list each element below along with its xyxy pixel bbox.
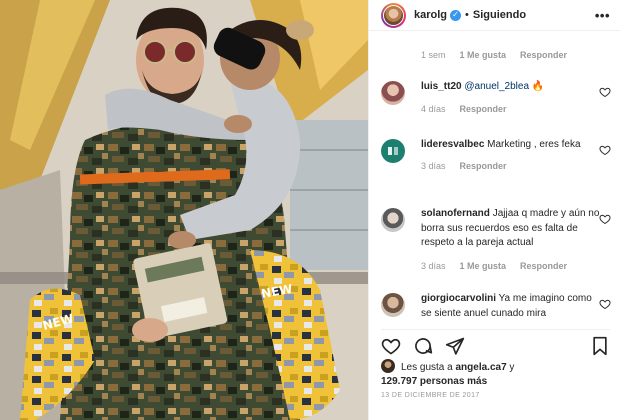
comment-reply-button[interactable]: Responder bbox=[460, 161, 507, 171]
likes-summary: Les gusta a angela.ca7 y 129.797 persona… bbox=[381, 359, 613, 388]
comment-avatar[interactable] bbox=[381, 208, 405, 232]
caption-time[interactable]: 1 sem bbox=[421, 50, 446, 60]
heart-icon[interactable] bbox=[381, 336, 401, 356]
comment-mention[interactable]: @anuel_2blea bbox=[464, 81, 529, 92]
comment-time[interactable]: 3 días bbox=[421, 261, 446, 271]
comment-emoji: 🔥 bbox=[531, 81, 545, 92]
comment-username[interactable]: solanofernand bbox=[421, 208, 490, 219]
comment-username[interactable]: luis_tt20 bbox=[421, 81, 462, 92]
comment-username[interactable]: giorgiocarvolini bbox=[421, 293, 496, 304]
author-avatar[interactable] bbox=[381, 2, 406, 28]
post-actions bbox=[381, 329, 610, 357]
comment-like-heart-icon[interactable] bbox=[599, 298, 611, 310]
bookmark-icon[interactable] bbox=[590, 336, 610, 356]
post-side-panel: karolg ✓ • Siguiendo ••• 1 sem 1 Me gust… bbox=[368, 0, 620, 420]
comment-item: solanofernand Jajjaa q madre y aún no bo… bbox=[381, 207, 611, 271]
post-date[interactable]: 13 DE DICIEMBRE DE 2017 bbox=[381, 392, 480, 399]
caption-likes[interactable]: 1 Me gusta bbox=[460, 50, 507, 60]
comment-avatar[interactable] bbox=[381, 81, 405, 105]
comment-reply-button[interactable]: Responder bbox=[460, 104, 507, 114]
liker-avatar[interactable] bbox=[381, 359, 395, 373]
comment-item: giorgiocarvolini Ya me imagino como se s… bbox=[381, 292, 611, 322]
comment-like-heart-icon[interactable] bbox=[599, 86, 611, 98]
brand-logo-icon bbox=[388, 147, 398, 155]
caption-reply-button[interactable]: Responder bbox=[520, 50, 567, 60]
liker-username[interactable]: angela.ca7 bbox=[455, 362, 506, 373]
likes-prefix: Les gusta a bbox=[401, 362, 456, 373]
header-separator: • bbox=[465, 9, 469, 21]
comment-like-heart-icon[interactable] bbox=[599, 144, 611, 156]
comment-time[interactable]: 3 días bbox=[421, 161, 446, 171]
share-icon[interactable] bbox=[445, 336, 465, 356]
following-button[interactable]: Siguiendo bbox=[473, 9, 526, 21]
more-options-icon[interactable]: ••• bbox=[595, 8, 610, 23]
comment-icon[interactable] bbox=[413, 336, 433, 356]
verified-badge-icon: ✓ bbox=[450, 9, 462, 21]
comment-username[interactable]: lideresvalbec bbox=[421, 139, 484, 150]
comment-item: luis_tt20 @anuel_2blea 🔥 4 días Responde… bbox=[381, 80, 611, 114]
comment-reply-button[interactable]: Responder bbox=[520, 261, 567, 271]
comment-avatar[interactable] bbox=[381, 139, 405, 163]
comment-item: lideresvalbec Marketing , eres feka 3 dí… bbox=[381, 138, 611, 171]
comment-avatar[interactable] bbox=[381, 293, 405, 317]
post-photo[interactable]: NEW NEW bbox=[0, 0, 368, 420]
post-header: karolg ✓ • Siguiendo ••• bbox=[369, 0, 620, 31]
post-photo-illustration: NEW NEW bbox=[0, 0, 368, 420]
comment-time[interactable]: 4 días bbox=[421, 104, 446, 114]
likes-connector: y bbox=[506, 362, 515, 373]
comment-like-heart-icon[interactable] bbox=[599, 213, 611, 225]
comment-text: Marketing , eres feka bbox=[487, 139, 581, 150]
comment-likes[interactable]: 1 Me gusta bbox=[460, 261, 507, 271]
caption-meta: 1 sem 1 Me gusta Responder bbox=[421, 50, 581, 60]
author-username[interactable]: karolg bbox=[414, 9, 447, 21]
likes-count[interactable]: 129.797 personas más bbox=[381, 376, 487, 387]
